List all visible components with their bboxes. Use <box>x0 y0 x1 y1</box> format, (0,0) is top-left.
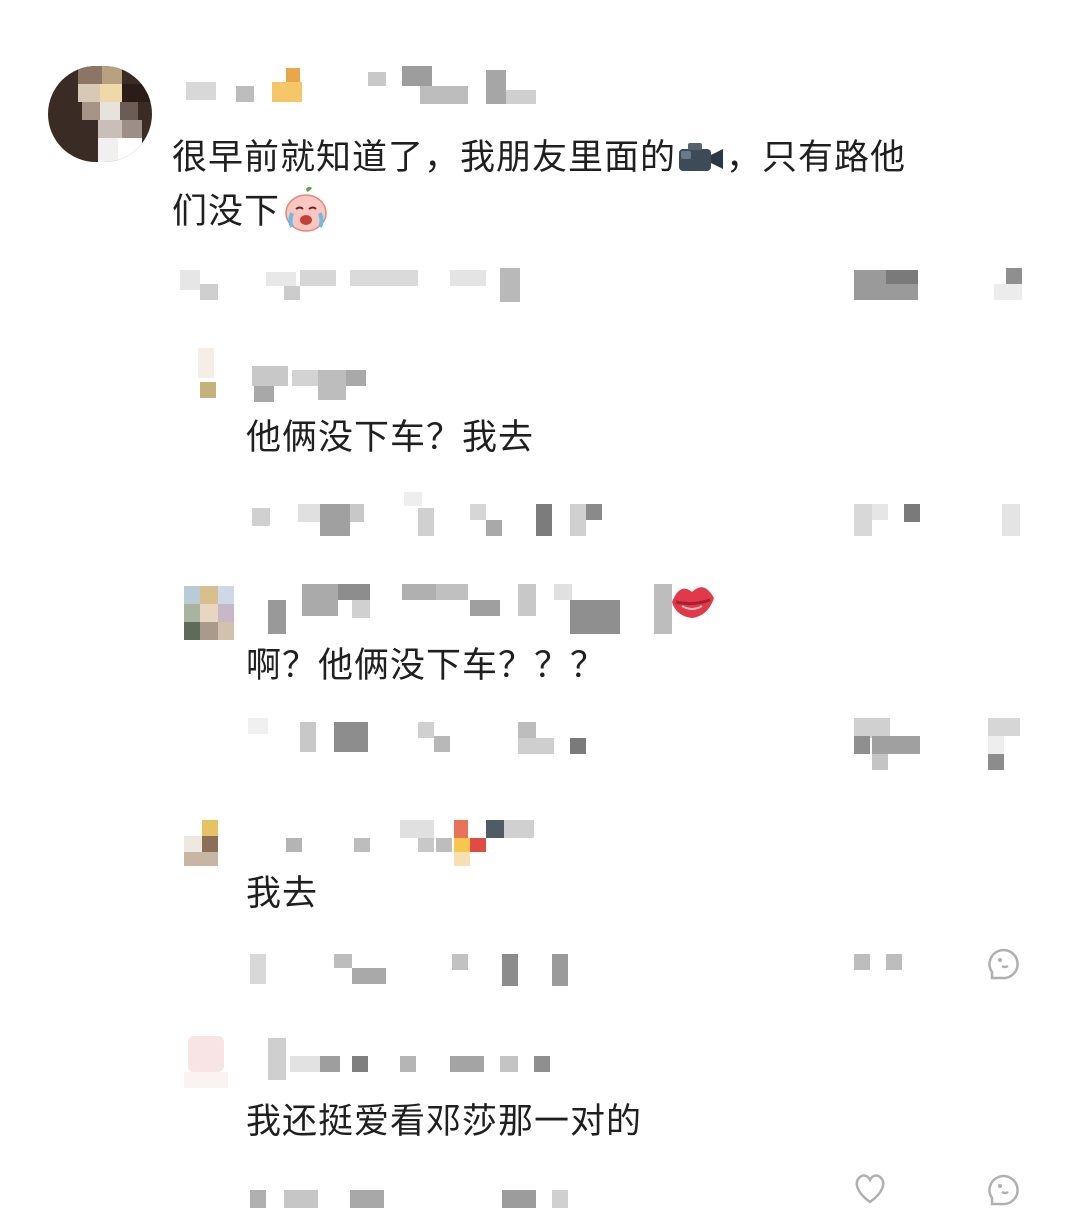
reply-meta-blurred <box>248 490 1038 540</box>
crying-peach-emoji <box>282 185 330 233</box>
like-icon[interactable] <box>854 718 890 738</box>
comment-meta-blurred <box>180 266 1040 306</box>
kiss-lips-emoji <box>668 576 718 628</box>
reply-icon[interactable] <box>1002 504 1020 536</box>
video-camera-emoji <box>678 134 724 171</box>
avatar[interactable] <box>180 348 230 404</box>
avatar[interactable] <box>48 66 152 162</box>
reply-icon[interactable] <box>986 944 1022 988</box>
reply-text: 啊？他俩没下车？？？ <box>246 646 607 686</box>
reply-icon[interactable] <box>986 1170 1022 1214</box>
avatar[interactable] <box>178 1036 234 1092</box>
reply-text: 我还挺爱看邓莎那一对的 <box>246 1102 643 1142</box>
username-blurred[interactable] <box>250 580 672 634</box>
reply-text: 我去 <box>246 874 319 914</box>
username-blurred[interactable] <box>248 366 378 406</box>
reply-icon[interactable] <box>988 718 1020 736</box>
comment-text-part: ，只有路他 <box>726 138 907 178</box>
reply-meta-blurred <box>248 950 1038 990</box>
username-blurred[interactable] <box>264 1036 564 1082</box>
comment-text-part: 很早前就知道了，我朋友里面的 <box>172 138 677 178</box>
reply-meta-blurred <box>248 718 1038 772</box>
comment-text: 很早前就知道了，我朋友里面的 ，只有路他 <box>172 130 906 186</box>
like-icon[interactable] <box>854 954 870 970</box>
like-icon[interactable] <box>850 1168 890 1212</box>
avatar[interactable] <box>184 586 234 640</box>
comment-text-line2: 们没下 <box>172 184 330 240</box>
like-icon[interactable] <box>854 504 872 536</box>
username-blurred[interactable] <box>180 66 540 106</box>
reply-text: 他俩没下车？我去 <box>246 418 535 458</box>
username-blurred[interactable] <box>250 820 550 866</box>
comment-text-part: 们没下 <box>172 192 281 232</box>
reply-meta-blurred <box>248 1186 1038 1210</box>
avatar[interactable] <box>184 820 234 866</box>
